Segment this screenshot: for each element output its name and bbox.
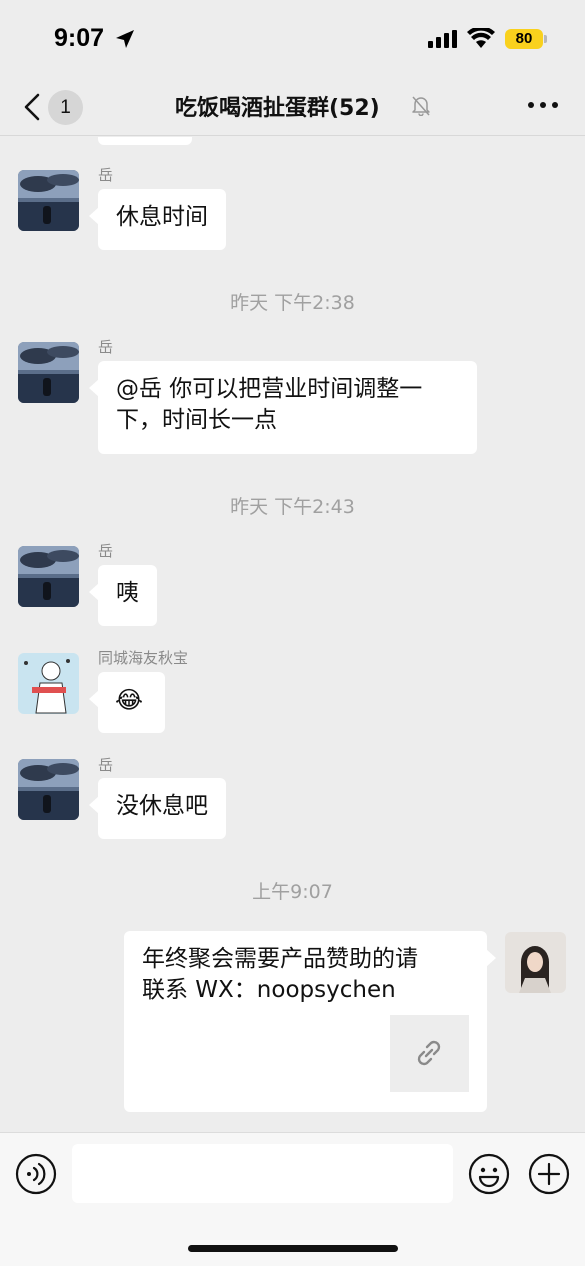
message-text-line: 年终聚会需要产品赞助的请 <box>142 946 418 972</box>
partial-message-bubble <box>98 137 192 145</box>
sender-name: 岳 <box>98 338 114 356</box>
status-time: 9:07 <box>54 24 105 52</box>
sender-name: 岳 <box>98 756 114 774</box>
message-list[interactable]: 岳 休息时间 昨天 下午2:38 岳 @岳 你可以把营业时间调整一 下，时间长一… <box>0 137 585 1132</box>
avatar-self[interactable] <box>505 932 566 993</box>
more-options-button[interactable] <box>522 92 564 118</box>
message-text: 休息时间 <box>116 204 208 230</box>
avatar-yue[interactable] <box>18 759 79 820</box>
unread-count-badge: 1 <box>48 90 83 125</box>
more-dot <box>552 102 558 108</box>
avatar-cartoon-image <box>18 653 79 714</box>
battery-indicator: 80 <box>505 29 543 49</box>
message-bubble[interactable]: @岳 你可以把营业时间调整一 下，时间长一点 <box>89 361 477 454</box>
avatar-sea-image <box>18 759 79 820</box>
avatar-sea-image <box>18 342 79 403</box>
message-bubble[interactable]: 没休息吧 <box>89 778 226 839</box>
sender-name: 同城海友秋宝 <box>98 649 189 667</box>
voice-icon[interactable] <box>15 1153 57 1195</box>
avatar-yue[interactable] <box>18 342 79 403</box>
cellular-signal-icon <box>428 30 457 48</box>
message-text-line: 联系 WX：noopsychen <box>142 977 396 1003</box>
back-button[interactable]: 1 <box>18 84 88 130</box>
timestamp: 昨天 下午2:43 <box>230 496 355 518</box>
emoji-icon[interactable] <box>468 1153 510 1195</box>
emoji-laugh-crying: 😂 <box>115 686 144 714</box>
wifi-icon <box>467 28 495 48</box>
avatar-sea-image <box>18 170 79 231</box>
avatar-sea-image <box>18 546 79 607</box>
message-input[interactable] <box>72 1144 453 1203</box>
link-icon <box>417 1040 441 1066</box>
more-dot <box>540 102 546 108</box>
message-bubble[interactable]: 咦 <box>89 565 157 626</box>
message-bubble[interactable]: 😂 <box>89 672 165 733</box>
sender-name: 岳 <box>98 542 114 560</box>
more-dot <box>528 102 534 108</box>
sender-name: 岳 <box>98 166 114 184</box>
chat-header: 1 吃饭喝酒扯蛋群(52) <box>0 78 585 136</box>
timestamp: 上午9:07 <box>252 881 333 903</box>
timestamp: 昨天 下午2:38 <box>230 292 355 314</box>
bell-slash-icon <box>412 96 430 116</box>
message-text: 咦 <box>116 580 139 606</box>
plus-icon[interactable] <box>528 1153 570 1195</box>
link-attachment[interactable] <box>390 1015 469 1092</box>
message-text-line: 下，时间长一点 <box>116 407 277 433</box>
avatar-yue[interactable] <box>18 546 79 607</box>
chevron-left-icon <box>24 93 40 121</box>
message-text: 没休息吧 <box>116 793 208 819</box>
location-arrow-icon <box>116 30 134 48</box>
status-bar: 9:07 80 <box>0 0 585 78</box>
avatar-qiubao[interactable] <box>18 653 79 714</box>
battery-tip <box>544 35 547 43</box>
home-indicator[interactable] <box>188 1245 398 1252</box>
message-bubble-self[interactable]: 年终聚会需要产品赞助的请 联系 WX：noopsychen <box>124 931 496 1112</box>
chat-title: 吃饭喝酒扯蛋群(52) <box>175 96 380 121</box>
avatar-yue[interactable] <box>18 170 79 231</box>
avatar-portrait-image <box>505 932 566 993</box>
message-bubble[interactable]: 休息时间 <box>89 189 226 250</box>
message-text-line: @岳 你可以把营业时间调整一 <box>116 376 423 402</box>
